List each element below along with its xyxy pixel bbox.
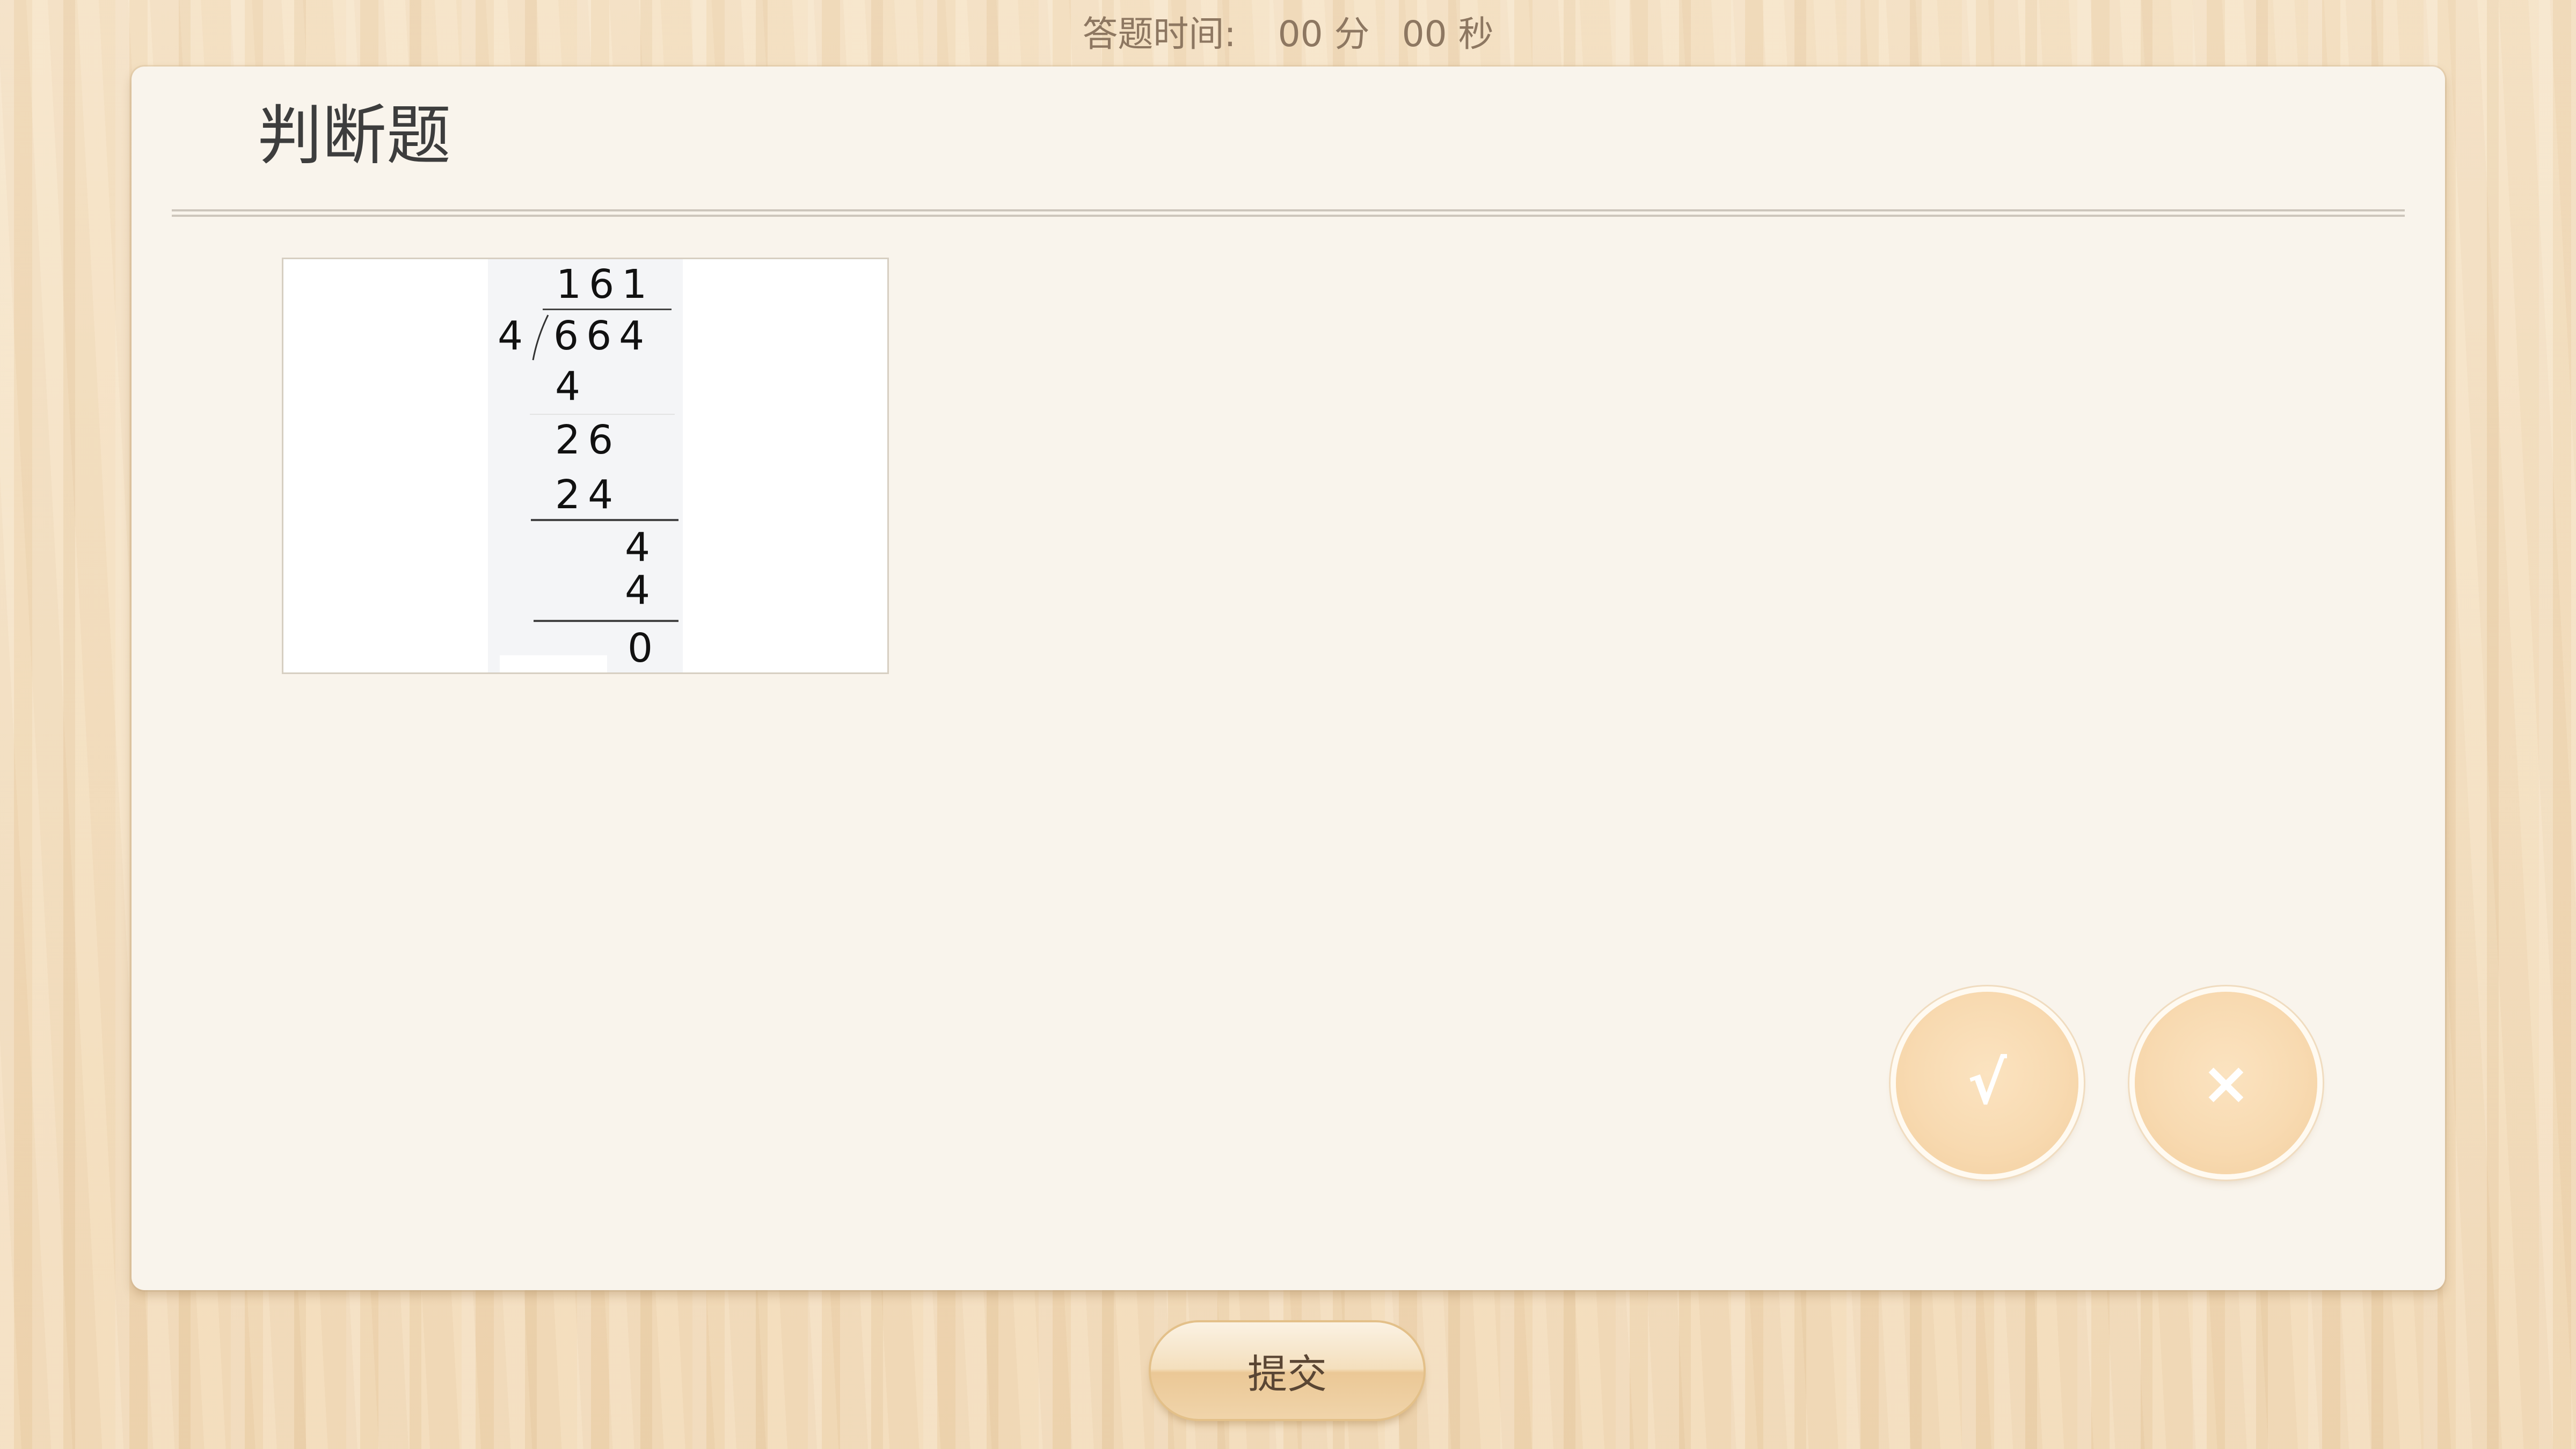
step-5: 4 (625, 567, 658, 613)
submit-button[interactable]: 提交 (1151, 1322, 1424, 1419)
division-bar (543, 309, 672, 310)
answer-true-button[interactable]: √ (1896, 992, 2078, 1174)
timer-label: 答题时间: (1082, 13, 1236, 55)
answer-false-button[interactable]: × (2135, 992, 2317, 1174)
title-divider (172, 209, 2405, 217)
timer-minutes-unit: 分 (1334, 13, 1370, 55)
step-4: 4 (625, 524, 658, 570)
answer-timer: 答题时间: 00 分 00 秒 (0, 5, 2576, 57)
timer-seconds: 00 (1402, 13, 1447, 55)
step-1: 4 (555, 363, 588, 409)
question-card: 判断题 161 4 664 4 26 24 4 4 0 √ × (132, 67, 2445, 1290)
long-division-panel: 161 4 664 4 26 24 4 4 0 (488, 259, 683, 672)
timer-minutes: 00 (1278, 13, 1323, 55)
division-bracket-icon (532, 314, 549, 361)
long-division-image: 161 4 664 4 26 24 4 4 0 (282, 258, 889, 674)
dividend: 664 (553, 313, 652, 359)
quotient: 161 (556, 261, 655, 308)
check-icon: √ (1967, 1049, 2007, 1117)
step-3: 24 (555, 472, 621, 518)
step-separator-3 (534, 620, 678, 622)
cross-icon: × (2201, 1049, 2251, 1117)
image-artifact (500, 655, 607, 672)
timer-seconds-unit: 秒 (1458, 13, 1494, 55)
divisor: 4 (498, 313, 531, 359)
step-separator-1 (530, 414, 675, 415)
step-separator-2 (531, 519, 678, 521)
step-2: 26 (555, 417, 621, 463)
question-type-title: 判断题 (258, 99, 451, 173)
remainder: 0 (627, 625, 661, 671)
submit-button-label: 提交 (1247, 1351, 1327, 1397)
